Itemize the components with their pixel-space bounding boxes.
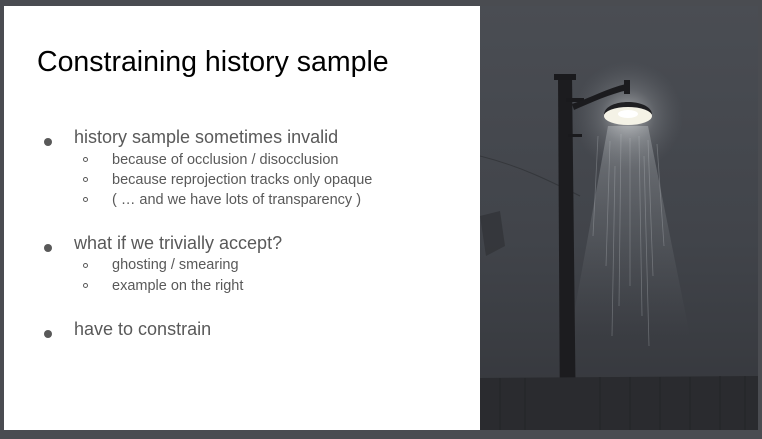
sub-bullet-item: example on the right: [112, 278, 244, 294]
bullet-item: have to constrain: [74, 319, 212, 339]
bullet-dot-icon: [44, 244, 52, 252]
sub-bullet-item: ( … and we have lots of transparency ): [112, 192, 362, 208]
sub-bullet-item: ghosting / smearing: [112, 257, 239, 273]
sub-bullet-circle-icon: [83, 263, 88, 268]
sub-bullet-item: because reprojection tracks only opaque: [112, 172, 373, 188]
sub-bullet-circle-icon: [83, 157, 88, 162]
sub-bullet-circle-icon: [83, 197, 88, 202]
bullet-list: history sample sometimes invalid because…: [4, 6, 480, 430]
bullet-item: what if we trivially accept?: [74, 233, 283, 253]
bullet-item: history sample sometimes invalid: [74, 127, 339, 147]
slide: Constraining history sample history samp…: [4, 6, 758, 430]
sub-bullet-circle-icon: [83, 177, 88, 182]
street-lamp-illustration: [480, 6, 758, 430]
bullet-dot-icon: [44, 138, 52, 146]
bullet-dot-icon: [44, 330, 52, 338]
sub-bullet-circle-icon: [83, 283, 88, 288]
slide-text-panel: Constraining history sample history samp…: [4, 6, 480, 430]
presentation-viewport: Constraining history sample history samp…: [0, 0, 762, 439]
street-lamp-image: [480, 6, 758, 430]
sub-bullet-item: because of occlusion / disocclusion: [112, 152, 339, 168]
